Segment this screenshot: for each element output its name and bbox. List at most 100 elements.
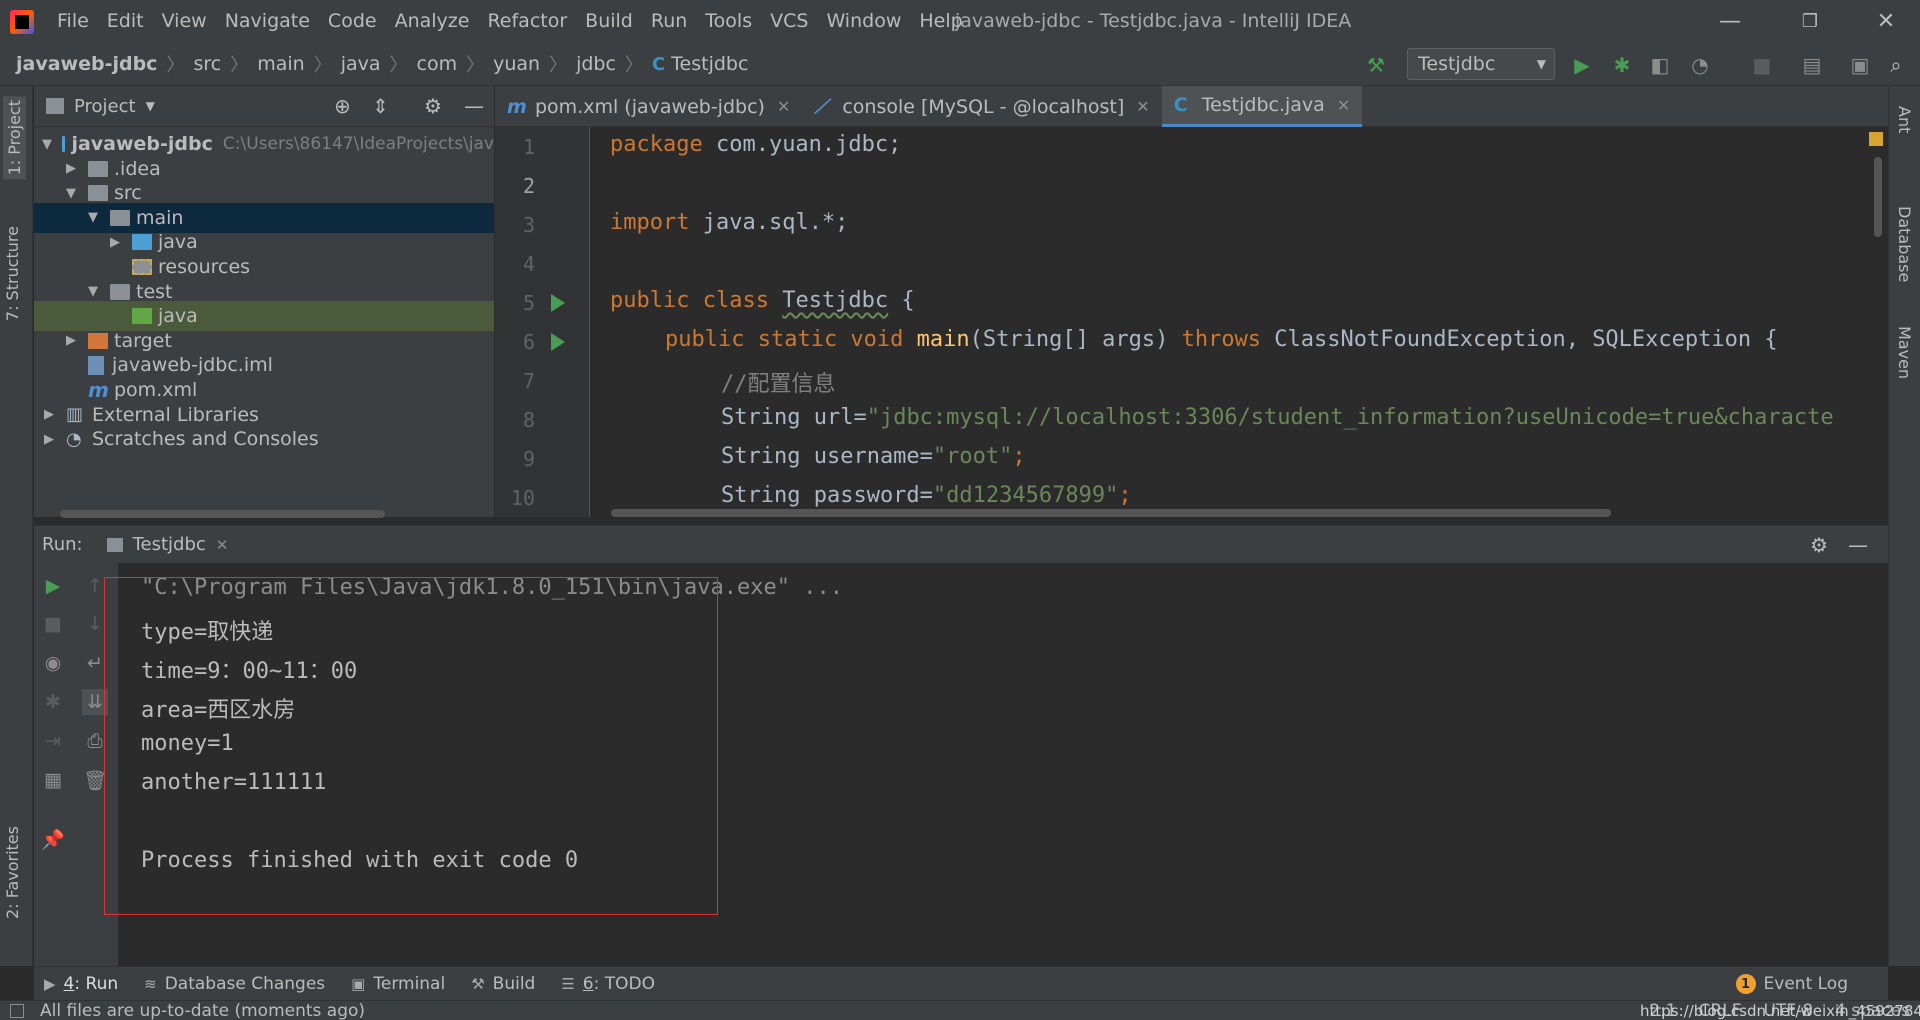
tree-item-label: test — [136, 280, 173, 303]
chevron-right-icon[interactable]: ▶ — [42, 432, 56, 447]
rerun-icon[interactable]: ▶ — [40, 573, 66, 599]
terminal-icon[interactable]: ▣ — [1846, 51, 1874, 79]
login-icon[interactable]: ⇥ — [40, 728, 66, 754]
tool-tab-favorites[interactable]: 2: Favorites — [3, 826, 22, 919]
close-button[interactable]: ✕ — [1856, 0, 1916, 43]
folder-icon — [88, 160, 108, 177]
maven-file-icon: m — [88, 378, 109, 402]
breadcrumb-separator-icon: 〉 — [549, 55, 568, 76]
menu-vcs[interactable]: VCS — [761, 0, 817, 43]
todo-icon: ☰ — [561, 974, 575, 993]
chevron-right-icon[interactable]: ▶ — [64, 333, 78, 348]
toggle-tool-windows-icon[interactable] — [10, 1003, 24, 1018]
menu-edit[interactable]: Edit — [98, 0, 153, 43]
run-main-gutter-icon[interactable] — [551, 333, 565, 351]
bottom-tab-run[interactable]: ▶ 4: Run — [44, 974, 118, 994]
code-editor[interactable]: package com.yuan.jdbc; import java.sql.*… — [591, 127, 1888, 517]
tool-tab-structure[interactable]: 7: Structure — [3, 226, 22, 321]
breadcrumb-separator-icon: 〉 — [389, 55, 408, 76]
menu-window[interactable]: Window — [817, 0, 910, 43]
close-icon[interactable]: ✕ — [1337, 96, 1350, 115]
run-tab-testjdbc[interactable]: Testjdbc ✕ — [106, 534, 229, 555]
breadcrumb-item[interactable]: java — [341, 53, 381, 75]
breadcrumb-item[interactable]: main — [257, 53, 304, 75]
chevron-down-icon[interactable]: ▼ — [146, 99, 155, 113]
tool-tab-database[interactable]: Database — [1895, 206, 1914, 282]
menu-file[interactable]: File — [48, 0, 98, 43]
breadcrumb-item[interactable]: src — [193, 53, 221, 75]
breadcrumb-item[interactable]: yuan — [493, 53, 540, 75]
run-configuration-dropdown[interactable]: Testjdbc ▼ — [1407, 48, 1555, 80]
run-class-gutter-icon[interactable] — [551, 294, 565, 312]
collapse-all-icon[interactable]: ⇕ — [372, 94, 389, 118]
project-structure-icon[interactable]: ▤ — [1798, 51, 1826, 79]
debug-icon[interactable]: ✱ — [40, 689, 66, 715]
pin-icon[interactable]: 📌 — [40, 826, 66, 852]
tool-tab-project[interactable]: 1: Project — [3, 96, 26, 180]
breadcrumb-item[interactable]: javaweb-jdbc — [16, 53, 157, 75]
close-icon[interactable]: ✕ — [216, 536, 229, 554]
menu-tools[interactable]: Tools — [696, 0, 761, 43]
editor-horizontal-scrollbar[interactable] — [611, 509, 1611, 517]
tool-tab-maven[interactable]: Maven — [1895, 326, 1914, 379]
run-panel-label: Run: — [42, 534, 83, 555]
chevron-right-icon[interactable]: ▶ — [108, 235, 122, 250]
debug-icon[interactable]: ✱ — [1608, 51, 1636, 79]
bottom-tab-todo[interactable]: ☰ 6: TODO — [561, 974, 655, 994]
menu-build[interactable]: Build — [576, 0, 642, 43]
breadcrumb-item[interactable]: com — [417, 53, 458, 75]
gear-icon[interactable]: ⚙ — [424, 94, 442, 118]
editor-tab[interactable]: ⟋ console [MySQL - @localhost] ✕ — [802, 86, 1161, 127]
bottom-tab-database-changes[interactable]: ≋ Database Changes — [144, 974, 325, 994]
line-number: 6 — [522, 330, 535, 354]
project-horizontal-scrollbar[interactable] — [60, 510, 385, 518]
warning-indicator-icon[interactable] — [1869, 132, 1883, 146]
restore-button[interactable]: ❐ — [1780, 0, 1840, 43]
layout-icon[interactable]: ▦ — [40, 767, 66, 793]
menu-navigate[interactable]: Navigate — [216, 0, 319, 43]
menu-refactor[interactable]: Refactor — [478, 0, 576, 43]
bottom-tab-build[interactable]: ⚒ Build — [471, 974, 535, 994]
stop-icon[interactable]: ■ — [40, 611, 66, 637]
editor-tab[interactable]: C Testjdbc.java ✕ — [1161, 86, 1363, 127]
menu-view[interactable]: View — [153, 0, 216, 43]
project-icon — [46, 98, 64, 114]
gear-icon[interactable]: ⚙ — [1810, 533, 1828, 557]
event-log-button[interactable]: 1 Event Log — [1735, 967, 1888, 1001]
highlight-rectangle — [104, 577, 718, 915]
profile-icon[interactable]: ◔ — [1686, 51, 1714, 79]
sql-console-icon: ⟋ — [814, 95, 828, 118]
search-icon[interactable]: ⌕ — [1882, 51, 1910, 79]
hammer-icon[interactable]: ⚒ — [1362, 51, 1390, 79]
tree-item[interactable]: ▶ ◔ Scratches and Consoles — [34, 424, 494, 454]
coverage-icon[interactable]: ◧ — [1646, 51, 1674, 79]
chevron-down-icon[interactable]: ▼ — [86, 284, 100, 299]
editor-vertical-scrollbar[interactable] — [1874, 157, 1882, 237]
chevron-down-icon[interactable]: ▼ — [64, 186, 78, 201]
camera-icon[interactable]: ◉ — [40, 650, 66, 676]
close-icon[interactable]: ✕ — [777, 97, 790, 116]
hide-panel-icon[interactable]: — — [464, 94, 484, 118]
tool-tab-ant[interactable]: Ant — [1895, 106, 1914, 133]
editor-tab-label: console [MySQL - @localhost] — [842, 95, 1125, 118]
bottom-tab-label: Build — [492, 973, 536, 994]
chevron-right-icon[interactable]: ▶ — [64, 161, 78, 176]
menu-code[interactable]: Code — [319, 0, 386, 43]
menu-analyze[interactable]: Analyze — [386, 0, 479, 43]
chevron-down-icon[interactable]: ▼ — [86, 210, 100, 225]
window-title: javaweb-jdbc - Testjdbc.java - IntelliJ … — [955, 10, 1352, 32]
hide-panel-icon[interactable]: — — [1848, 533, 1868, 557]
stop-icon[interactable]: ■ — [1748, 51, 1776, 79]
chevron-right-icon[interactable]: ▶ — [42, 407, 56, 422]
minimize-button[interactable]: — — [1700, 0, 1760, 43]
chevron-down-icon[interactable]: ▼ — [42, 137, 52, 152]
project-panel-title[interactable]: Project — [74, 96, 136, 117]
bottom-tab-terminal[interactable]: ▣ Terminal — [351, 974, 445, 994]
close-icon[interactable]: ✕ — [1136, 97, 1149, 116]
breadcrumb-item[interactable]: jdbc — [576, 53, 616, 75]
breadcrumb-item[interactable]: Testjdbc — [671, 53, 748, 75]
run-icon[interactable]: ▶ — [1568, 51, 1596, 79]
locate-icon[interactable]: ⊕ — [334, 94, 351, 118]
menu-run[interactable]: Run — [642, 0, 696, 43]
editor-tab[interactable]: m pom.xml (javaweb-jdbc) ✕ — [495, 86, 802, 127]
